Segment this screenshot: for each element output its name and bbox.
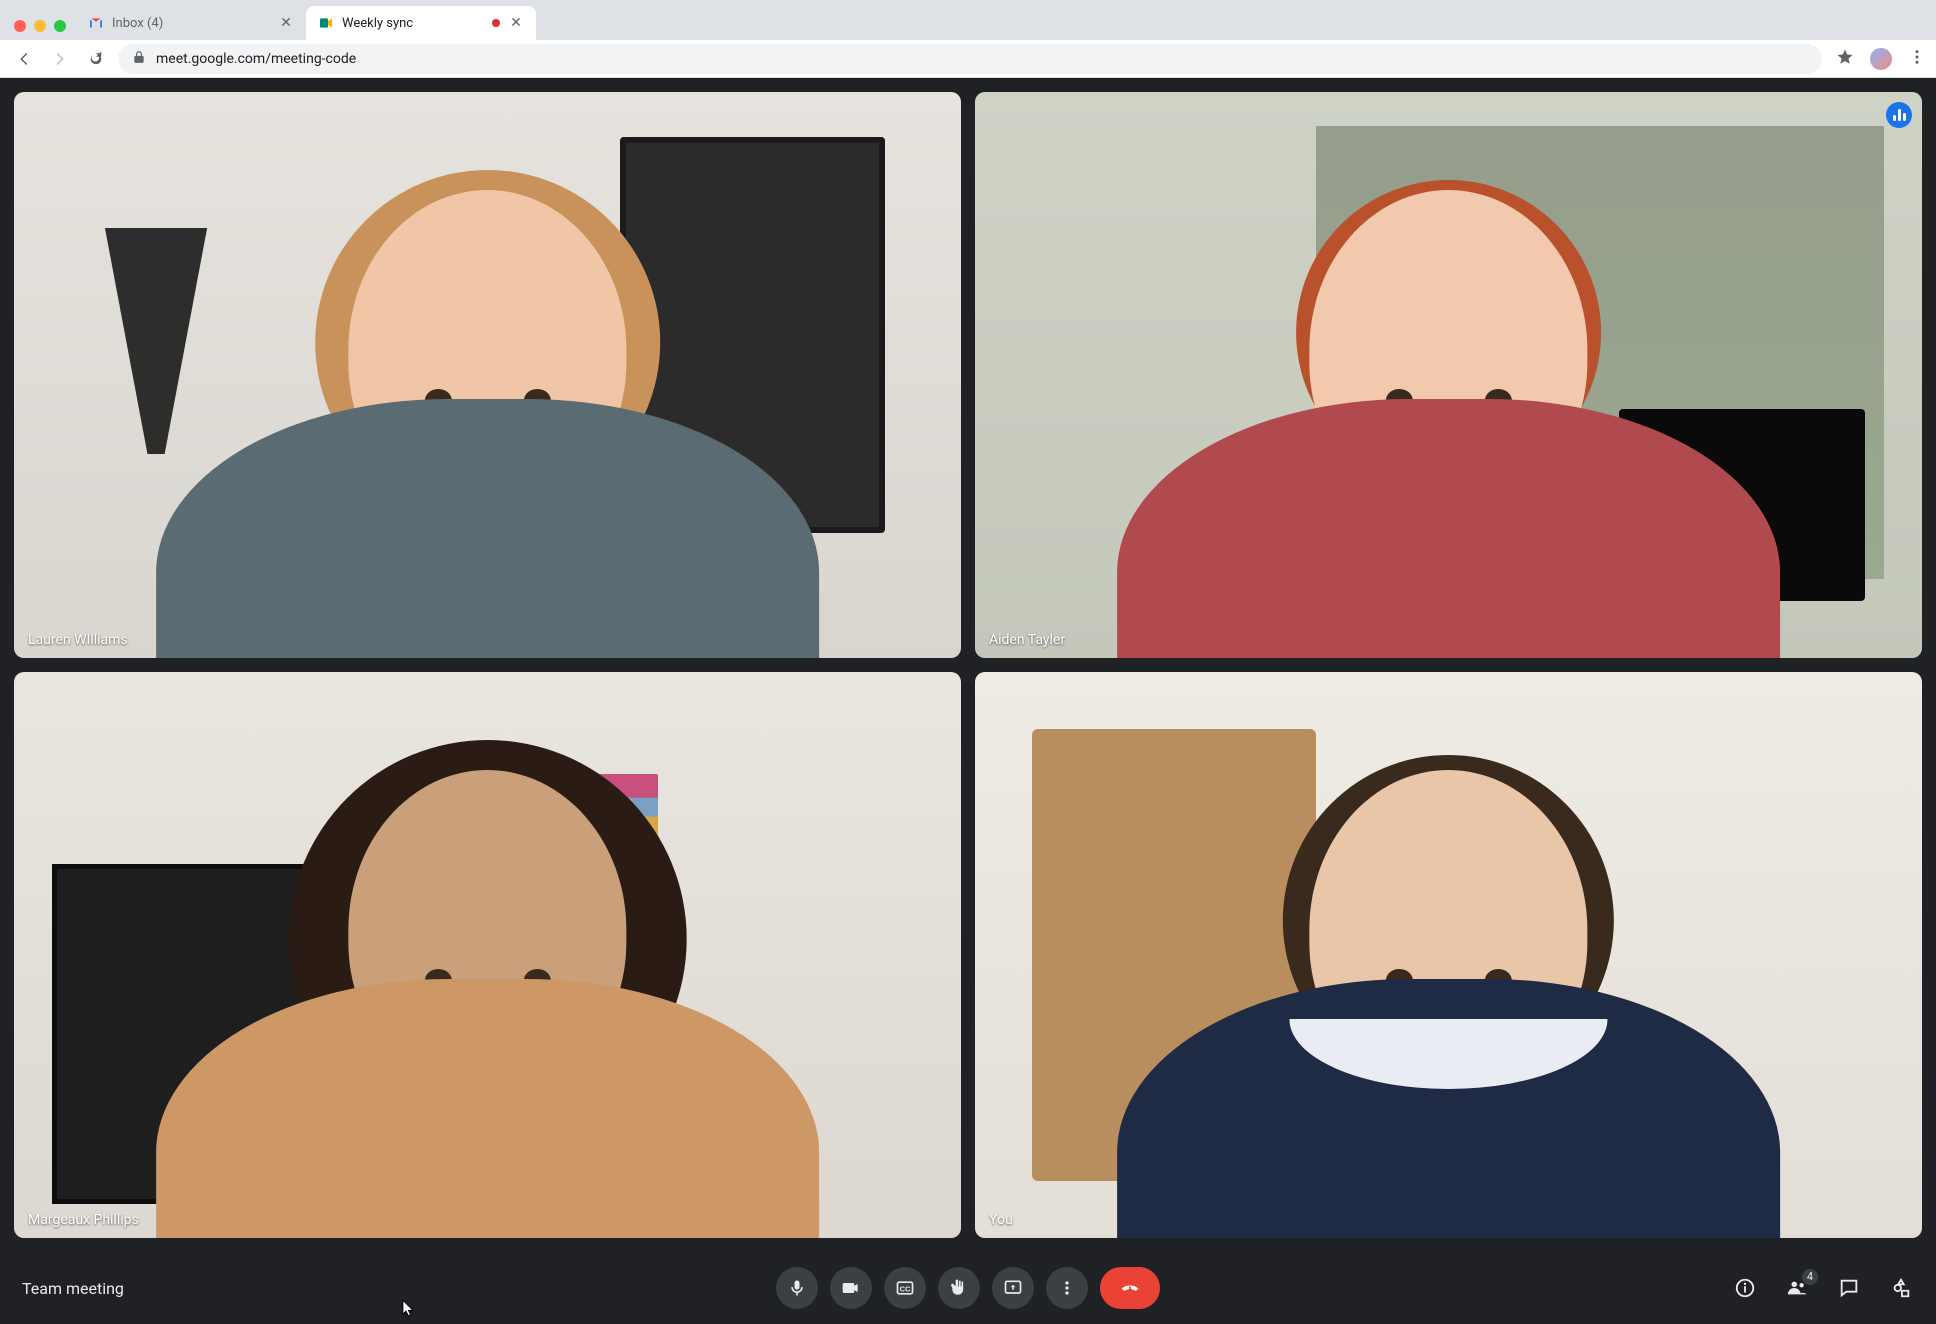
recording-indicator-icon xyxy=(492,19,500,27)
participant-name: Margeaux Phillips xyxy=(28,1212,139,1228)
url-text: meet.google.com/meeting-code xyxy=(156,51,356,67)
browser-chrome: Inbox (4) ✕ Weekly sync ✕ meet.google. xyxy=(0,0,1936,78)
participant-figure xyxy=(156,160,819,658)
star-icon xyxy=(1836,48,1854,66)
tab-title: Weekly sync xyxy=(342,16,484,31)
video-tile-aiden[interactable]: Aiden Tayler xyxy=(975,92,1922,658)
address-bar[interactable]: meet.google.com/meeting-code xyxy=(118,44,1822,74)
raise-hand-button[interactable] xyxy=(938,1267,980,1309)
captions-button[interactable]: CC xyxy=(884,1267,926,1309)
more-icon xyxy=(1057,1278,1077,1298)
people-button[interactable]: 4 xyxy=(1784,1275,1810,1301)
participant-count-badge: 4 xyxy=(1802,1269,1818,1285)
meet-app: Lauren WIlliams Aiden Tayler Margeaux xyxy=(0,78,1936,1324)
mic-button[interactable] xyxy=(776,1267,818,1309)
participant-name: Lauren WIlliams xyxy=(28,632,128,648)
gmail-icon xyxy=(88,15,104,31)
google-meet-icon xyxy=(318,15,334,31)
activities-icon xyxy=(1890,1277,1912,1299)
reload-button[interactable] xyxy=(82,45,110,73)
profile-avatar[interactable] xyxy=(1868,46,1894,72)
window-minimize-button[interactable] xyxy=(34,20,46,32)
call-controls: CC xyxy=(776,1267,1160,1309)
meeting-name: Team meeting xyxy=(22,1279,124,1298)
video-grid: Lauren WIlliams Aiden Tayler Margeaux xyxy=(0,78,1936,1252)
video-tile-margeaux[interactable]: Margeaux Phillips xyxy=(14,672,961,1238)
tab-title: Inbox (4) xyxy=(112,16,270,31)
participant-name: Aiden Tayler xyxy=(989,632,1065,648)
present-icon xyxy=(1003,1278,1023,1298)
side-panel-controls: 4 xyxy=(1732,1275,1914,1301)
video-tile-lauren[interactable]: Lauren WIlliams xyxy=(14,92,961,658)
microphone-icon xyxy=(787,1278,807,1298)
tab-strip: Inbox (4) ✕ Weekly sync ✕ xyxy=(0,0,1936,40)
captions-icon: CC xyxy=(895,1278,915,1298)
video-icon xyxy=(841,1278,861,1298)
participant-figure xyxy=(1117,740,1780,1238)
svg-text:CC: CC xyxy=(900,1284,911,1293)
browser-toolbar: meet.google.com/meeting-code xyxy=(0,40,1936,78)
hangup-icon xyxy=(1120,1278,1140,1298)
tab-close-icon[interactable]: ✕ xyxy=(278,15,294,31)
participant-figure xyxy=(156,740,819,1238)
more-options-button[interactable] xyxy=(1046,1267,1088,1309)
chat-button[interactable] xyxy=(1836,1275,1862,1301)
window-controls xyxy=(8,20,76,40)
reload-icon xyxy=(87,50,105,68)
forward-button[interactable] xyxy=(46,45,74,73)
arrow-left-icon xyxy=(15,50,33,68)
meet-bottom-bar: Team meeting CC xyxy=(0,1252,1936,1324)
arrow-right-icon xyxy=(51,50,69,68)
lock-icon xyxy=(132,50,146,68)
meeting-details-button[interactable] xyxy=(1732,1275,1758,1301)
present-button[interactable] xyxy=(992,1267,1034,1309)
kebab-icon xyxy=(1908,48,1926,66)
browser-menu-button[interactable] xyxy=(1908,48,1926,70)
browser-tab-inbox[interactable]: Inbox (4) ✕ xyxy=(76,6,306,40)
mouse-cursor-icon xyxy=(400,1296,418,1320)
speaking-indicator-icon xyxy=(1886,102,1912,128)
window-maximize-button[interactable] xyxy=(54,20,66,32)
camera-button[interactable] xyxy=(830,1267,872,1309)
toolbar-actions xyxy=(1836,46,1926,72)
video-tile-you[interactable]: You xyxy=(975,672,1922,1238)
leave-call-button[interactable] xyxy=(1100,1267,1160,1309)
raise-hand-icon xyxy=(949,1278,969,1298)
chat-icon xyxy=(1838,1277,1860,1299)
participant-name: You xyxy=(989,1212,1013,1228)
activities-button[interactable] xyxy=(1888,1275,1914,1301)
participant-figure xyxy=(1117,160,1780,658)
tab-close-icon[interactable]: ✕ xyxy=(508,15,524,31)
back-button[interactable] xyxy=(10,45,38,73)
browser-tab-weekly-sync[interactable]: Weekly sync ✕ xyxy=(306,6,536,40)
bookmark-button[interactable] xyxy=(1836,48,1854,70)
window-close-button[interactable] xyxy=(14,20,26,32)
info-icon xyxy=(1734,1277,1756,1299)
